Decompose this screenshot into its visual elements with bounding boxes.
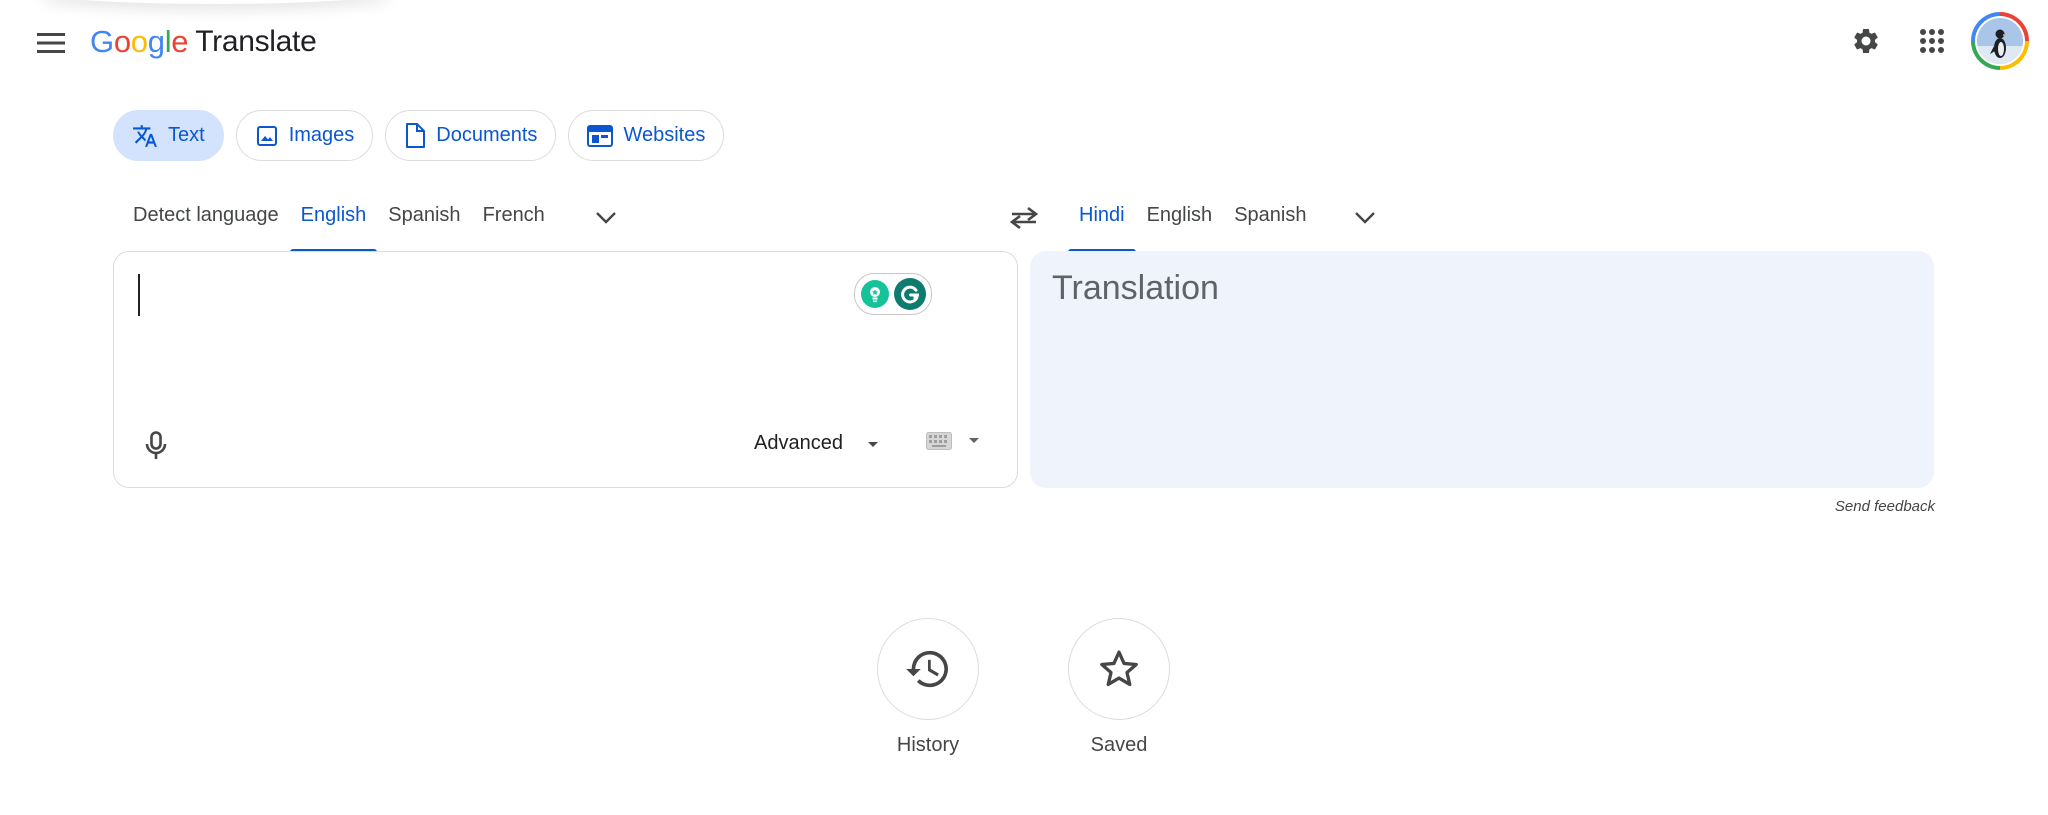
source-text-panel: Advanced [113,251,1018,488]
history-icon [906,650,948,688]
google-translate-logo[interactable]: Google Translate [90,20,317,64]
chevron-down-icon [1355,212,1376,224]
settings-button[interactable] [1844,19,1888,63]
grammarly-icon[interactable] [893,278,926,310]
mode-websites-tab[interactable]: Websites [568,110,725,161]
account-avatar[interactable] [1971,12,2029,70]
product-name: Translate [195,25,317,58]
website-icon [587,124,614,147]
advanced-dropdown[interactable]: Advanced [754,432,883,455]
history-shortcut: History [876,618,980,757]
source-text-input[interactable] [134,268,734,408]
advanced-label: Advanced [754,432,843,454]
source-lang-french[interactable]: French [472,192,556,252]
target-lang-english[interactable]: English [1136,192,1224,252]
lightbulb-icon[interactable] [860,280,889,308]
gear-icon [1854,28,1878,53]
translation-placeholder: Translation [1052,269,1219,307]
avatar-image [1977,18,2023,64]
swap-languages-button[interactable] [1000,196,1048,240]
saved-shortcut: Saved [1067,618,1171,757]
mode-websites-label: Websites [623,124,706,146]
history-label: History [896,734,960,756]
logo-letter: g [147,24,165,59]
translate-icon [133,124,157,147]
voice-input-button[interactable] [134,424,178,468]
source-language-bar: Detect language English Spanish French [122,192,628,252]
translation-output-panel: Translation [1030,251,1934,488]
source-more-languages-button[interactable] [584,196,628,240]
keyboard-icon [926,432,952,450]
caret-down-icon [867,441,878,447]
source-lang-english[interactable]: English [289,192,378,252]
star-icon [1100,650,1138,687]
avatar-ring-gap [1975,16,2025,66]
logo-letter: o [130,24,148,59]
logo-letter: o [113,24,131,59]
logo-letter: G [90,24,114,59]
target-language-bar: Hindi English Spanish [1068,192,1387,252]
mode-text-label: Text [168,124,205,146]
saved-label: Saved [1090,734,1148,756]
mode-documents-label: Documents [436,124,538,146]
microphone-icon [145,431,167,459]
header: Google Translate [0,0,2048,82]
chevron-down-icon [595,212,616,224]
text-cursor [138,274,140,316]
grammarly-widget[interactable] [854,273,932,315]
image-icon [256,125,277,146]
keyboard-input-tools[interactable] [926,432,982,450]
logo-letter: l [164,24,172,59]
mode-text-tab[interactable]: Text [113,110,224,161]
main-menu-button[interactable] [30,22,72,64]
target-lang-spanish[interactable]: Spanish [1223,192,1317,252]
target-lang-hindi[interactable]: Hindi [1068,192,1136,252]
source-lang-detect[interactable]: Detect language [122,192,290,252]
send-feedback-link[interactable]: Send feedback [1835,498,1935,515]
mode-images-tab[interactable]: Images [235,110,374,161]
target-more-languages-button[interactable] [1343,196,1387,240]
apps-grid-icon [1920,29,1944,53]
logo-letter: e [171,24,189,59]
saved-button[interactable] [1068,618,1170,720]
hamburger-menu-icon [37,33,65,53]
google-apps-button[interactable] [1910,19,1954,63]
source-lang-spanish[interactable]: Spanish [377,192,471,252]
caret-down-icon [969,438,979,443]
history-button[interactable] [877,618,979,720]
mode-documents-tab[interactable]: Documents [385,110,557,161]
penguin-avatar-picture [1977,18,2023,64]
translation-mode-tabs: Text Images Documents Websites [113,110,725,161]
swap-arrows-icon [1009,206,1039,230]
mode-images-label: Images [288,124,355,146]
document-icon [406,122,426,148]
